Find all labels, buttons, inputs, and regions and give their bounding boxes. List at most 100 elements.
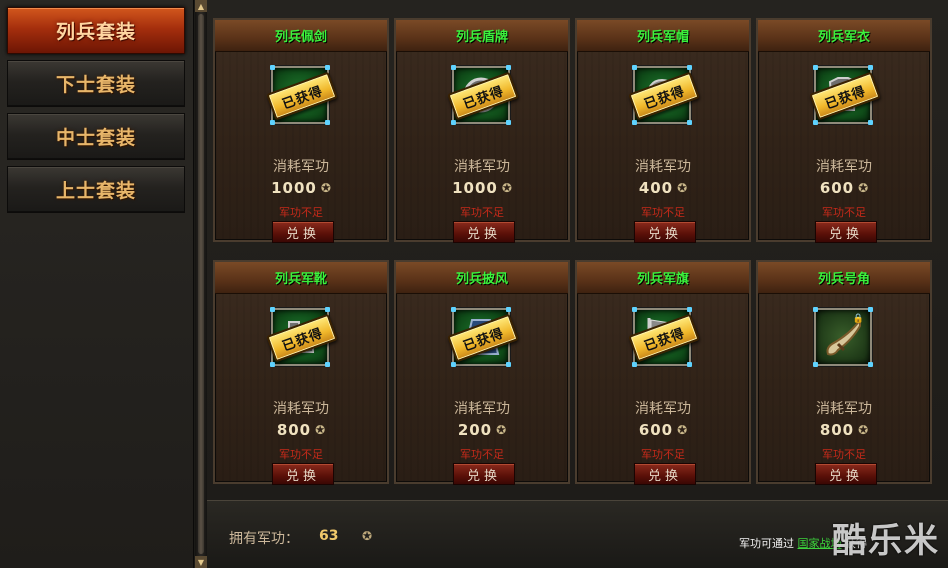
exchange-button[interactable]: 兑换 bbox=[815, 221, 877, 243]
cost-line: 800 ✪ bbox=[758, 421, 930, 439]
item-name: 列兵盾牌 bbox=[455, 30, 508, 45]
item-card-horn: 列兵号角 🔒 消耗军功 800 ✪ 军功不足 兑换 bbox=[756, 260, 932, 485]
tab-staff-sergeant-suit[interactable]: 上士套装 bbox=[7, 166, 185, 213]
item-name: 列兵军旗 bbox=[636, 272, 689, 287]
merit-medal-icon: ✪ bbox=[315, 423, 326, 437]
cost-value: 800 bbox=[276, 421, 312, 439]
cost-line: 200 ✪ bbox=[396, 421, 568, 439]
item-name: 列兵军帽 bbox=[636, 30, 689, 45]
tab-label: 下士套装 bbox=[55, 74, 136, 96]
item-slot[interactable]: 已获得 bbox=[628, 307, 700, 367]
tab-label: 中士套装 bbox=[55, 127, 136, 149]
exchange-button[interactable]: 兑换 bbox=[272, 463, 334, 485]
merit-medal-icon: ✪ bbox=[858, 423, 869, 437]
item-name: 列兵佩剑 bbox=[274, 30, 327, 45]
item-card-armor: 列兵军衣 已获得 消耗军功 600 ✪ 军功不足 兑换 bbox=[756, 18, 932, 243]
cost-label: 消耗军功 bbox=[273, 159, 329, 175]
insufficient-merit-warning: 军功不足 bbox=[641, 448, 685, 461]
exchange-button[interactable]: 兑换 bbox=[815, 463, 877, 485]
item-slot[interactable]: 已获得 bbox=[447, 307, 519, 367]
cost-value: 1000 bbox=[452, 179, 498, 197]
cost-line: 1000 ✪ bbox=[215, 179, 387, 197]
exchange-button[interactable]: 兑换 bbox=[453, 221, 515, 243]
owned-merit-value: 63 bbox=[319, 528, 339, 544]
cost-value: 400 bbox=[638, 179, 674, 197]
cost-value: 1000 bbox=[271, 179, 317, 197]
cost-value: 600 bbox=[638, 421, 674, 439]
footer-bar: 拥有军功： 63 ✪ 军功可通过 国家战场 获得 酷乐米 bbox=[207, 500, 948, 568]
exchange-button[interactable]: 兑换 bbox=[634, 463, 696, 485]
tab-label: 上士套装 bbox=[55, 180, 136, 202]
merit-medal-icon: ✪ bbox=[677, 423, 688, 437]
item-name: 列兵军衣 bbox=[817, 30, 870, 45]
suit-tab-panel: 列兵套装 下士套装 中士套装 上士套装 bbox=[0, 0, 194, 568]
item-card-header: 列兵军旗 bbox=[577, 262, 749, 294]
cost-value: 200 bbox=[457, 421, 493, 439]
item-grid: 列兵佩剑 已获得 消耗军功 1000 ✪ 军功不足 兑换 列兵盾牌 已获得 消耗… bbox=[207, 0, 948, 500]
insufficient-merit-warning: 军功不足 bbox=[822, 448, 866, 461]
owned-merit-label: 拥有军功： bbox=[229, 531, 299, 547]
hint-prefix: 军功可通过 bbox=[739, 537, 794, 550]
item-card-boots: 列兵军靴 已获得 消耗军功 800 ✪ 军功不足 兑换 bbox=[213, 260, 389, 485]
item-card-header: 列兵号角 bbox=[758, 262, 930, 294]
exchange-button[interactable]: 兑换 bbox=[272, 221, 334, 243]
cost-line: 600 ✪ bbox=[758, 179, 930, 197]
cost-label: 消耗军功 bbox=[816, 159, 872, 175]
exchange-button[interactable]: 兑换 bbox=[453, 463, 515, 485]
item-name: 列兵披风 bbox=[455, 272, 508, 287]
cost-label: 消耗军功 bbox=[635, 159, 691, 175]
merit-medal-icon: ✪ bbox=[501, 181, 512, 195]
scroll-thumb[interactable] bbox=[198, 14, 204, 554]
item-slot[interactable]: 🔒 bbox=[813, 307, 873, 367]
merit-medal-icon: ✪ bbox=[320, 181, 331, 195]
cost-value: 600 bbox=[819, 179, 855, 197]
insufficient-merit-warning: 军功不足 bbox=[641, 206, 685, 219]
item-card-header: 列兵军衣 bbox=[758, 20, 930, 52]
item-card-helmet: 列兵军帽 已获得 消耗军功 400 ✪ 军功不足 兑换 bbox=[575, 18, 751, 243]
cost-label: 消耗军功 bbox=[816, 401, 872, 417]
item-slot[interactable]: 已获得 bbox=[447, 65, 519, 125]
insufficient-merit-warning: 军功不足 bbox=[460, 448, 504, 461]
item-slot[interactable]: 已获得 bbox=[266, 307, 338, 367]
merit-medal-icon: ✪ bbox=[677, 181, 688, 195]
scroll-down-arrow-icon[interactable]: ▼ bbox=[195, 556, 207, 568]
insufficient-merit-warning: 军功不足 bbox=[822, 206, 866, 219]
item-name: 列兵号角 bbox=[817, 272, 870, 287]
scrollbar[interactable]: ▲ ▼ bbox=[195, 0, 207, 568]
scroll-up-arrow-icon[interactable]: ▲ bbox=[195, 0, 207, 12]
item-card-header: 列兵盾牌 bbox=[396, 20, 568, 52]
merit-medal-icon: ✪ bbox=[362, 529, 373, 543]
lock-icon: 🔒 bbox=[852, 314, 864, 324]
item-card-header: 列兵披风 bbox=[396, 262, 568, 294]
tab-label: 列兵套装 bbox=[55, 21, 136, 43]
item-name: 列兵军靴 bbox=[274, 272, 327, 287]
cost-value: 800 bbox=[819, 421, 855, 439]
cost-label: 消耗军功 bbox=[454, 401, 510, 417]
item-slot[interactable]: 已获得 bbox=[809, 65, 881, 125]
item-card-sword: 列兵佩剑 已获得 消耗军功 1000 ✪ 军功不足 兑换 bbox=[213, 18, 389, 243]
item-card-flag: 列兵军旗 已获得 消耗军功 600 ✪ 军功不足 兑换 bbox=[575, 260, 751, 485]
exchange-button[interactable]: 兑换 bbox=[634, 221, 696, 243]
cost-line: 600 ✪ bbox=[577, 421, 749, 439]
item-card-header: 列兵军靴 bbox=[215, 262, 387, 294]
cost-line: 1000 ✪ bbox=[396, 179, 568, 197]
item-card-cape: 列兵披风 已获得 消耗军功 200 ✪ 军功不足 兑换 bbox=[394, 260, 570, 485]
cost-line: 400 ✪ bbox=[577, 179, 749, 197]
item-slot[interactable]: 已获得 bbox=[266, 65, 338, 125]
insufficient-merit-warning: 军功不足 bbox=[460, 206, 504, 219]
insufficient-merit-warning: 军功不足 bbox=[279, 206, 323, 219]
item-card-shield: 列兵盾牌 已获得 消耗军功 1000 ✪ 军功不足 兑换 bbox=[394, 18, 570, 243]
item-slot[interactable]: 已获得 bbox=[628, 65, 700, 125]
cost-label: 消耗军功 bbox=[454, 159, 510, 175]
item-card-header: 列兵军帽 bbox=[577, 20, 749, 52]
merit-medal-icon: ✪ bbox=[496, 423, 507, 437]
cost-label: 消耗军功 bbox=[273, 401, 329, 417]
tab-private-suit[interactable]: 列兵套装 bbox=[7, 7, 185, 54]
merit-medal-icon: ✪ bbox=[858, 181, 869, 195]
insufficient-merit-warning: 军功不足 bbox=[279, 448, 323, 461]
tab-sergeant-suit[interactable]: 中士套装 bbox=[7, 113, 185, 160]
cost-label: 消耗军功 bbox=[635, 401, 691, 417]
tab-corporal-suit[interactable]: 下士套装 bbox=[7, 60, 185, 107]
watermark-logo: 酷乐米 bbox=[832, 521, 940, 561]
cost-line: 800 ✪ bbox=[215, 421, 387, 439]
